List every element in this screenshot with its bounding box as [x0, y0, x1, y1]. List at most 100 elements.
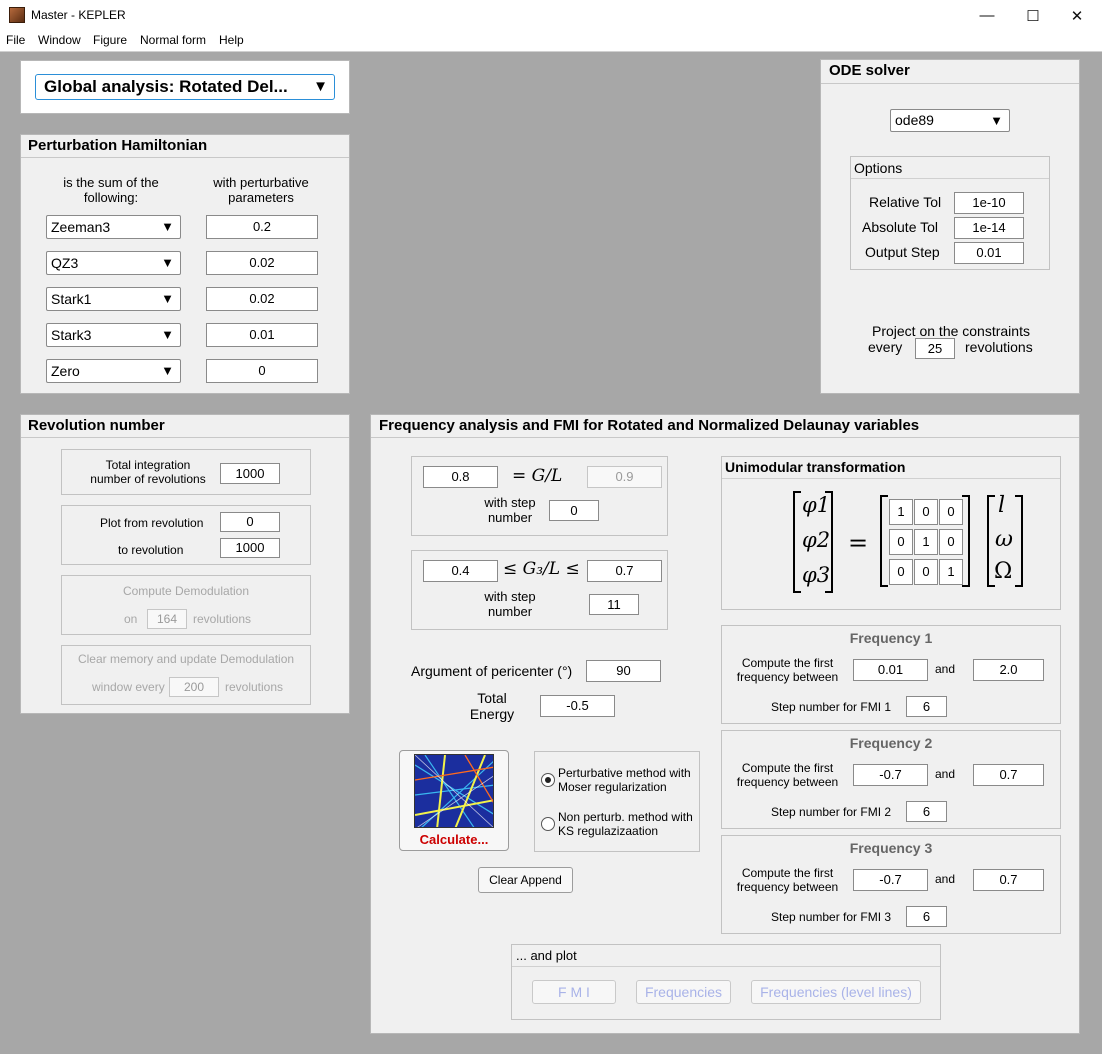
matrix-cell[interactable]: 1	[889, 499, 913, 525]
menu-file[interactable]: File	[6, 33, 25, 47]
output-step-field[interactable]: 0.01	[954, 242, 1024, 264]
fmi-preview-svg	[415, 755, 493, 827]
frequency-1-to-field[interactable]: 2.0	[973, 659, 1044, 681]
to-revolution-field[interactable]: 1000	[220, 538, 280, 558]
frequency-panel-title: Frequency analysis and FMI for Rotated a…	[379, 417, 920, 434]
param-field-2[interactable]: 0.02	[206, 251, 318, 275]
clear-window-label: window every	[92, 680, 165, 694]
term-dropdown-3[interactable]: Stark1 ▼	[46, 287, 181, 311]
frequency-1-label: Compute the first frequency between	[736, 656, 839, 684]
to-revolution-label: to revolution	[118, 543, 184, 557]
param-field-5[interactable]: 0	[206, 359, 318, 383]
frequency-2-to-field[interactable]: 0.7	[973, 764, 1044, 786]
frequency-1-from-field[interactable]: 0.01	[853, 659, 928, 681]
left-bracket-icon	[880, 495, 888, 587]
terms-header: is the sum of the following:	[63, 175, 159, 205]
plot-fmi-button[interactable]: F M I	[532, 980, 616, 1004]
term-dropdown-4[interactable]: Stark3 ▼	[46, 323, 181, 347]
divider	[21, 157, 349, 158]
plot-level-lines-button[interactable]: Frequencies (level lines)	[751, 980, 921, 1004]
divider	[371, 437, 1079, 438]
matrix-cell[interactable]: 1	[939, 559, 963, 585]
menu-help[interactable]: Help	[219, 33, 244, 47]
abs-tol-field[interactable]: 1e-14	[954, 217, 1024, 239]
frequency-1-step-label: Step number for FMI 1	[771, 700, 892, 714]
left-bracket-icon	[793, 491, 801, 593]
matrix-cell[interactable]: 0	[889, 559, 913, 585]
param-field-3[interactable]: 0.02	[206, 287, 318, 311]
chevron-down-icon: ▼	[161, 327, 174, 342]
term-dropdown-5[interactable]: Zero ▼	[46, 359, 181, 383]
frequency-2-title: Frequency 2	[849, 735, 933, 751]
plot-range-group: Plot from revolution 0 to revolution 100…	[61, 505, 311, 565]
project-every-field[interactable]: 25	[915, 338, 955, 359]
var-l: l	[998, 493, 1006, 518]
matrix-cell[interactable]: 0	[889, 529, 913, 555]
g3-step-label: with step number	[484, 589, 536, 619]
and-label: and	[935, 767, 956, 781]
total-revolutions-field[interactable]: 1000	[220, 463, 280, 484]
energy-field[interactable]: -0.5	[540, 695, 615, 717]
revolutions-label: revolutions	[965, 339, 1033, 355]
term-dropdown-2[interactable]: QZ3 ▼	[46, 251, 181, 275]
chevron-down-icon: ▼	[161, 291, 174, 306]
clear-window-field[interactable]: 200	[169, 677, 219, 697]
gl-step-label: with step number	[484, 495, 536, 525]
plot-frequencies-button[interactable]: Frequencies	[636, 980, 731, 1004]
menu-window[interactable]: Window	[38, 33, 81, 47]
rel-tol-label: Relative Tol	[869, 194, 942, 210]
menu-normal-form[interactable]: Normal form	[140, 33, 206, 47]
frequency-3-step-field[interactable]: 6	[906, 906, 947, 927]
every-label: every	[868, 339, 903, 355]
term-value: Zeeman3	[51, 219, 111, 235]
ode-title: ODE solver	[829, 62, 910, 79]
matrix-cell[interactable]: 0	[939, 529, 963, 555]
demodulation-field[interactable]: 164	[147, 609, 187, 629]
frequency-3-from-field[interactable]: -0.7	[853, 869, 928, 891]
maximize-icon[interactable]: ☐	[1010, 0, 1056, 31]
calculate-button[interactable]: Calculate...	[399, 750, 509, 851]
frequency-2-step-field[interactable]: 6	[906, 801, 947, 822]
and-label: and	[935, 662, 956, 676]
matrix-cell[interactable]: 0	[914, 559, 938, 585]
close-icon[interactable]: ✕	[1054, 0, 1100, 31]
frequency-3-group: Frequency 3 Compute the first frequency …	[721, 835, 1061, 934]
right-bracket-icon	[1015, 495, 1023, 587]
param-field-4[interactable]: 0.01	[206, 323, 318, 347]
revolution-panel: Revolution number Total integration numb…	[20, 414, 350, 714]
gl-field[interactable]: 0.8	[423, 466, 498, 488]
term-dropdown-1[interactable]: Zeeman3 ▼	[46, 215, 181, 239]
g3-max-field[interactable]: 0.7	[587, 560, 662, 582]
argument-field[interactable]: 90	[586, 660, 661, 682]
abs-tol-label: Absolute Tol	[862, 219, 939, 235]
chevron-down-icon: ▼	[990, 113, 1003, 128]
matrix-cell[interactable]: 0	[939, 499, 963, 525]
term-value: Zero	[51, 363, 80, 379]
minimize-icon[interactable]: —	[964, 0, 1010, 31]
frequency-3-to-field[interactable]: 0.7	[973, 869, 1044, 891]
menu-figure[interactable]: Figure	[93, 33, 127, 47]
gl-step-field[interactable]: 0	[549, 500, 599, 521]
solver-dropdown[interactable]: ode89 ▼	[890, 109, 1010, 132]
clear-append-button[interactable]: Clear Append	[478, 867, 573, 893]
g3-min-field[interactable]: 0.4	[423, 560, 498, 582]
frequency-1-step-field[interactable]: 6	[906, 696, 947, 717]
method-perturbative-radio[interactable]	[541, 773, 555, 787]
frequency-2-group: Frequency 2 Compute the first frequency …	[721, 730, 1061, 829]
clear-memory-title: Clear memory and update Demodulation	[77, 652, 295, 666]
param-field-1[interactable]: 0.2	[206, 215, 318, 239]
energy-label: Total Energy	[469, 690, 515, 722]
matrix-cell[interactable]: 1	[914, 529, 938, 555]
gl-equation: = G/L	[512, 466, 563, 486]
clear-memory-group: Clear memory and update Demodulation win…	[61, 645, 311, 705]
revolution-title: Revolution number	[28, 417, 165, 434]
analysis-dropdown[interactable]: Global analysis: Rotated Del... ▼	[35, 74, 335, 100]
method-perturbative-label: Perturbative method with Moser regulariz…	[558, 766, 691, 794]
frequency-2-from-field[interactable]: -0.7	[853, 764, 928, 786]
matrix-cell[interactable]: 0	[914, 499, 938, 525]
plot-from-field[interactable]: 0	[220, 512, 280, 532]
g3-step-field[interactable]: 11	[589, 594, 639, 615]
rel-tol-field[interactable]: 1e-10	[954, 192, 1024, 214]
phi-2: φ2	[802, 528, 831, 552]
method-nonperturbative-radio[interactable]	[541, 817, 555, 831]
